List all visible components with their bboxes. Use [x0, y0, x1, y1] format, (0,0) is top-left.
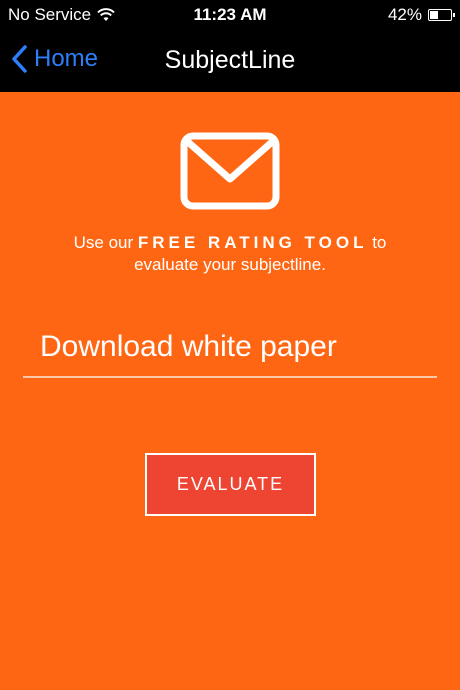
status-bar: No Service 11:23 AM 42%: [0, 0, 460, 30]
app-screen: No Service 11:23 AM 42% Home SubjectLine: [0, 0, 460, 690]
page-title: SubjectLine: [164, 46, 296, 74]
navigation-bar: Home SubjectLine: [0, 30, 460, 92]
tagline-prefix: Use our: [73, 233, 138, 252]
battery-indicator: 42%: [387, 5, 455, 25]
battery-percent: 42%: [387, 5, 422, 24]
envelope-icon: [180, 132, 280, 210]
evaluate-button[interactable]: EVALUATE: [145, 453, 316, 516]
tagline: Use our FREE RATING TOOL to evaluate you…: [60, 232, 400, 276]
subject-line-input[interactable]: [23, 318, 437, 378]
battery-icon: [428, 9, 455, 21]
battery-tip: [453, 13, 455, 17]
battery-level-fill: [430, 11, 438, 19]
tagline-emphasis: FREE RATING TOOL: [137, 233, 368, 252]
main-content: Use our FREE RATING TOOL to evaluate you…: [0, 92, 460, 690]
